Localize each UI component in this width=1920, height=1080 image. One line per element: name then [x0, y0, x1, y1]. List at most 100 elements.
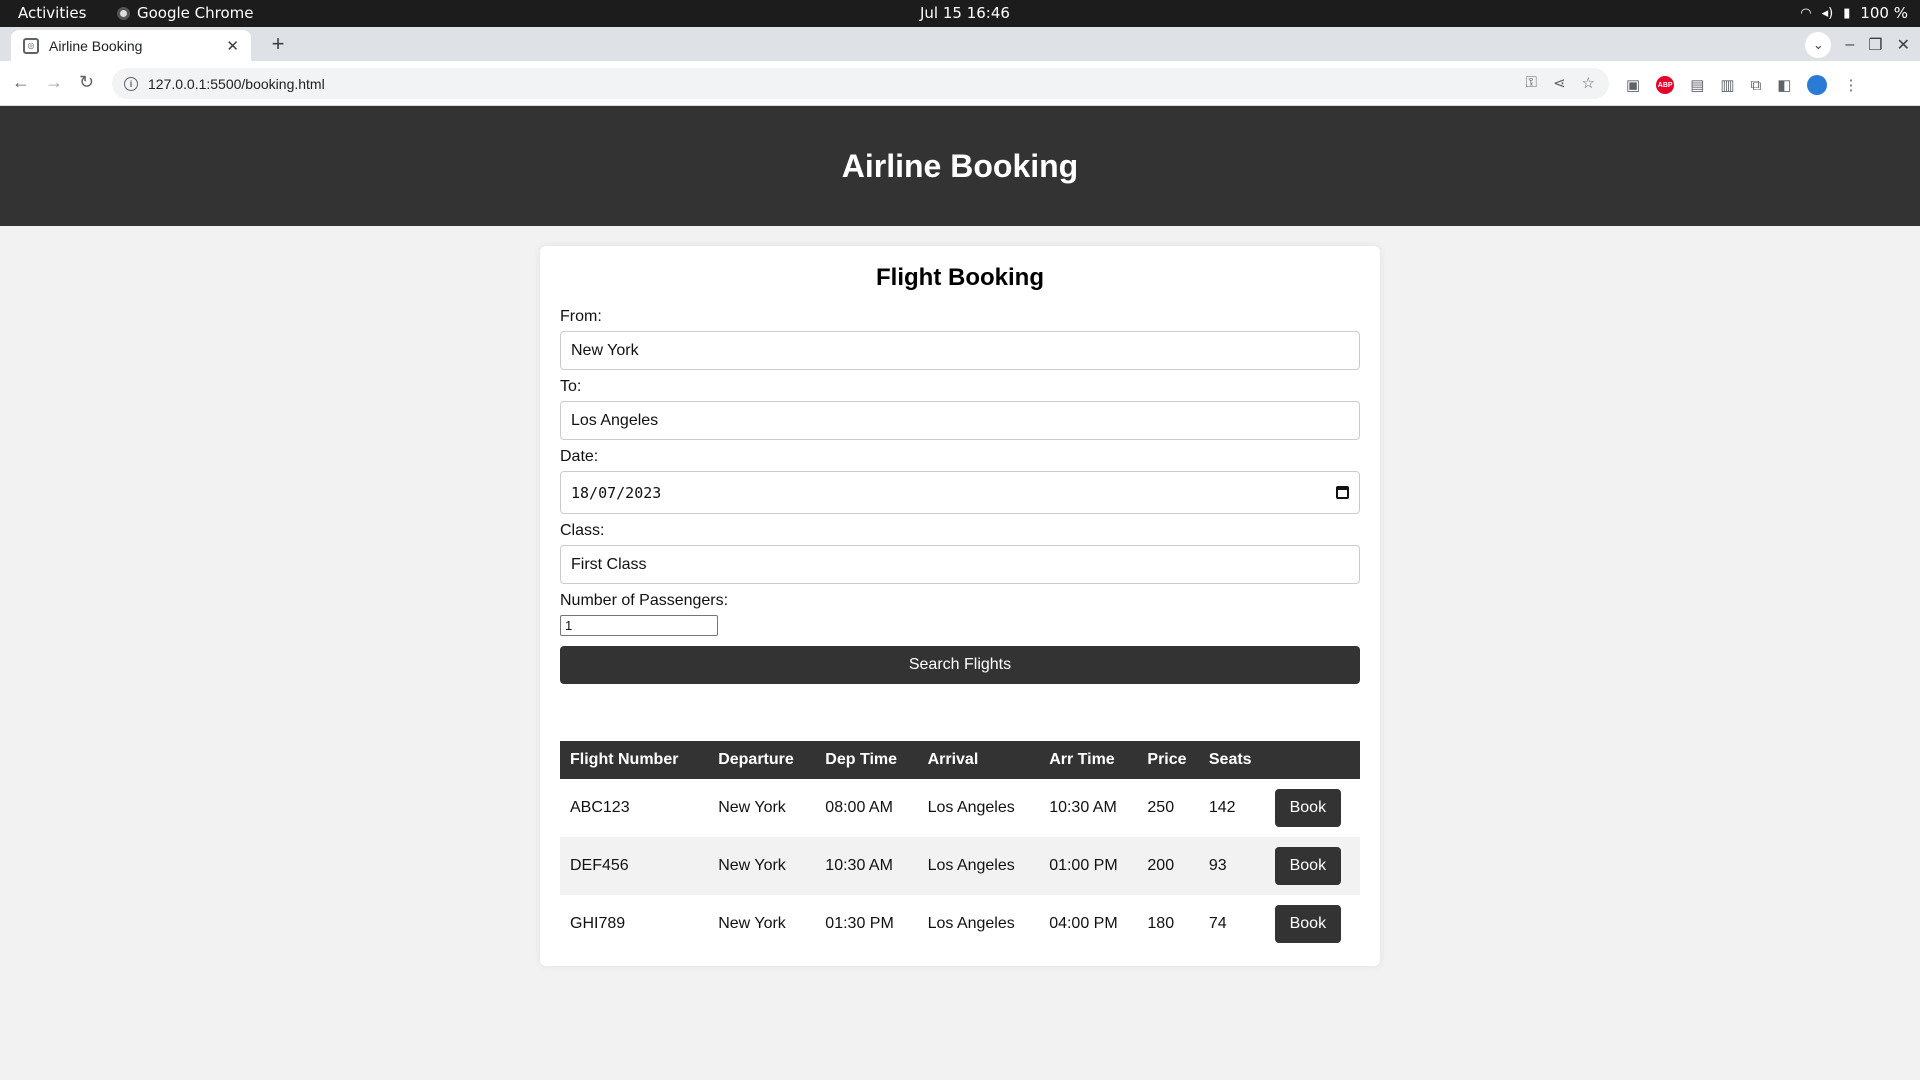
cell-flight: DEF456	[570, 857, 629, 874]
class-select[interactable]: First Class	[560, 545, 1360, 584]
picture-in-picture-icon[interactable]: ▣	[1626, 76, 1640, 94]
to-input[interactable]: Los Angeles	[560, 401, 1360, 440]
book-button[interactable]: Book	[1274, 789, 1341, 827]
tab-airline-booking[interactable]: ◎ Airline Booking ✕	[11, 30, 251, 61]
table-row: GHI789 New York 01:30 PM Los Angeles 04:00 P…	[560, 895, 1360, 953]
extensions-area: ▣ ABP ▤ ▥ ⧉ ◧ ⋮	[1626, 75, 1858, 95]
table-row: DEF456 New York 10:30 AM Los Angeles 01:00 P…	[560, 837, 1360, 895]
new-tab-button[interactable]: +	[266, 33, 290, 57]
share-icon[interactable]: ⋖	[1553, 74, 1566, 92]
back-icon[interactable]: ←	[12, 72, 30, 93]
window-controls: ⌄ – ❐ ✕	[1805, 32, 1910, 58]
book-button[interactable]: Book	[1274, 847, 1341, 885]
cell-action: Book	[1265, 837, 1360, 895]
cell-flight: GHI789	[570, 915, 626, 932]
cell-departure: New York	[718, 857, 786, 874]
passengers-label: Number of Passengers:	[560, 592, 729, 609]
cell-seats: 142	[1208, 799, 1236, 816]
book-button[interactable]: Book	[1274, 905, 1341, 943]
browser-toolbar: ← → ↻ i 127.0.0.1:5500/booking.html ⚿ ⋖ …	[0, 61, 1920, 106]
adblock-plus-icon[interactable]: ABP	[1656, 76, 1675, 94]
column-header: Arrival	[927, 751, 979, 768]
cell-price: 250	[1147, 799, 1175, 816]
address-bar[interactable]: i 127.0.0.1:5500/booking.html ⚿ ⋖ ☆	[112, 68, 1609, 99]
puzzle-extensions-icon[interactable]: ⧉	[1751, 77, 1762, 94]
date-value: 18/07/2023	[571, 483, 662, 502]
cell-arr-time: 10:30 AM	[1049, 799, 1117, 816]
extension-icon[interactable]: ▤	[1690, 76, 1704, 94]
flights-table-body: ABC123 New York 08:00 AM Los Angeles 10:30 A…	[560, 779, 1360, 953]
close-window-icon[interactable]: ✕	[1897, 35, 1910, 55]
bookmark-star-icon[interactable]: ☆	[1582, 74, 1595, 92]
passengers-input[interactable]: 1	[560, 615, 718, 636]
volume-icon: ◂)	[1821, 5, 1834, 21]
url-text[interactable]: 127.0.0.1:5500/booking.html	[148, 76, 325, 92]
activities-button[interactable]: Activities	[18, 4, 86, 22]
reader-icon[interactable]: ▥	[1720, 76, 1734, 94]
flights-table: Flight Number Departure Dep Time Arrival Arr…	[560, 741, 1360, 953]
form-heading: Flight Booking	[876, 264, 1044, 291]
from-label: From:	[560, 308, 602, 325]
tab-title: Airline Booking	[49, 37, 143, 54]
app-name: Google Chrome	[137, 4, 254, 22]
tab-strip: ◎ Airline Booking ✕ + ⌄ – ❐ ✕	[0, 27, 1920, 61]
search-flights-button[interactable]: Search Flights	[560, 646, 1360, 684]
forward-icon[interactable]: →	[45, 72, 63, 93]
site-title: Airline Booking	[841, 147, 1079, 184]
site-info-icon[interactable]: i	[124, 76, 138, 91]
profile-avatar[interactable]	[1807, 75, 1828, 95]
key-icon[interactable]: ⚿	[1526, 74, 1537, 92]
to-label: To:	[560, 378, 582, 395]
calendar-icon[interactable]	[1336, 486, 1349, 499]
menu-kebab-icon[interactable]: ⋮	[1843, 76, 1858, 94]
battery-icon: ▮	[1843, 5, 1851, 21]
app-menu[interactable]: Google Chrome	[117, 4, 254, 22]
cell-arrival: Los Angeles	[927, 915, 1015, 932]
date-label: Date:	[560, 448, 599, 465]
cell-seats: 93	[1208, 857, 1227, 874]
reload-icon[interactable]: ↻	[79, 72, 94, 93]
system-tray[interactable]: ◠ ◂) ▮ 100 %	[1800, 4, 1908, 22]
cell-action: Book	[1265, 779, 1360, 837]
cell-arrival: Los Angeles	[927, 799, 1015, 816]
side-panel-icon[interactable]: ◧	[1777, 76, 1791, 94]
minimize-icon[interactable]: –	[1845, 36, 1854, 54]
clock[interactable]: Jul 15 16:46	[920, 4, 1010, 22]
cell-price: 180	[1147, 915, 1175, 932]
cell-seats: 74	[1208, 915, 1227, 932]
page-favicon-icon: ◎	[23, 37, 39, 54]
cell-arr-time: 01:00 PM	[1049, 857, 1118, 874]
cell-dep-time: 01:30 PM	[825, 915, 894, 932]
tab-search-icon[interactable]: ⌄	[1805, 32, 1832, 58]
wifi-icon: ◠	[1800, 5, 1812, 21]
cell-departure: New York	[718, 915, 786, 932]
cell-price: 200	[1147, 857, 1175, 874]
omnibox-actions: ⚿ ⋖ ☆	[1526, 74, 1595, 92]
site-header: Airline Booking	[0, 106, 1920, 226]
column-header	[1265, 741, 1360, 779]
cell-dep-time: 08:00 AM	[825, 799, 893, 816]
class-label: Class:	[560, 522, 605, 539]
booking-card: Flight Booking From: New York To: Los An…	[540, 246, 1380, 966]
cell-action: Book	[1265, 895, 1360, 953]
chrome-icon	[117, 6, 130, 20]
battery-level: 100 %	[1860, 4, 1908, 22]
restore-icon[interactable]: ❐	[1868, 35, 1882, 55]
cell-flight: ABC123	[570, 799, 630, 816]
column-header: Departure	[718, 751, 794, 768]
date-input[interactable]: 18/07/2023	[560, 471, 1360, 514]
column-header: Dep Time	[825, 751, 898, 768]
column-header: Flight Number	[570, 751, 679, 768]
cell-arrival: Los Angeles	[927, 857, 1015, 874]
system-top-bar: Activities Google Chrome Jul 15 16:46 ◠ …	[0, 0, 1920, 27]
table-header-row: Flight Number Departure Dep Time Arrival Arr…	[560, 741, 1360, 779]
cell-arr-time: 04:00 PM	[1049, 915, 1118, 932]
column-header: Price	[1147, 751, 1187, 768]
cell-dep-time: 10:30 AM	[825, 857, 893, 874]
column-header: Seats	[1208, 751, 1252, 768]
column-header: Arr Time	[1049, 751, 1115, 768]
from-input[interactable]: New York	[560, 331, 1360, 370]
table-row: ABC123 New York 08:00 AM Los Angeles 10:30 A…	[560, 779, 1360, 837]
close-tab-icon[interactable]: ✕	[226, 37, 239, 55]
cell-departure: New York	[718, 799, 786, 816]
